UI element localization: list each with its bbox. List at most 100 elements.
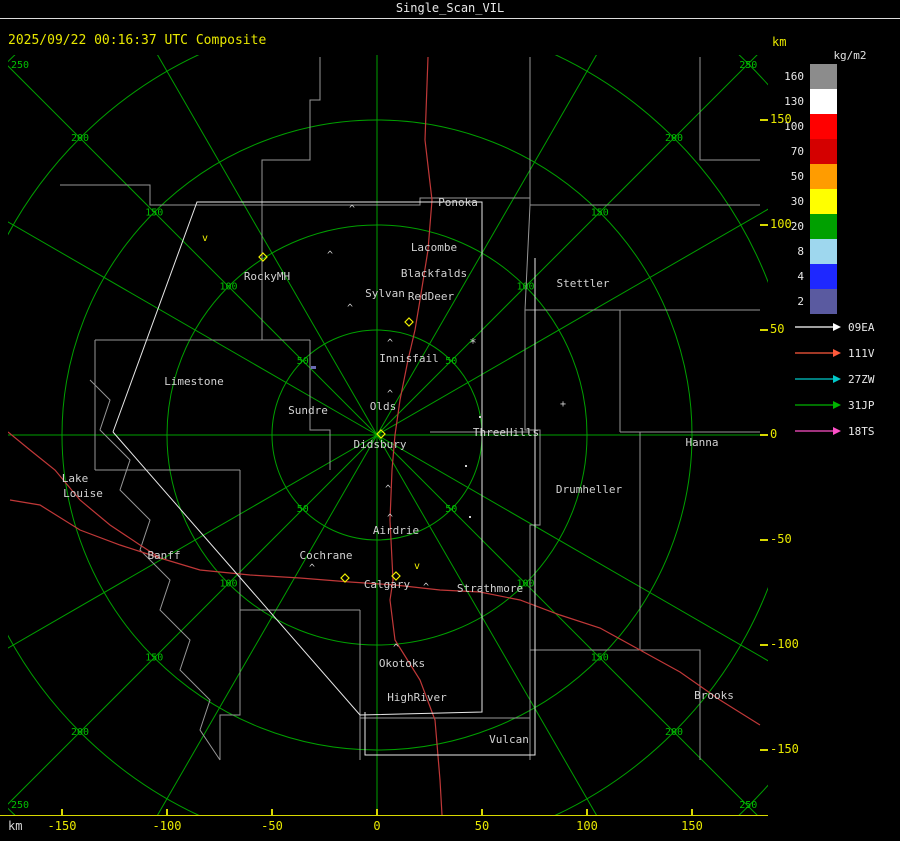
scale-value-label: 160 xyxy=(784,70,804,83)
town-marker-caret: ^ xyxy=(387,338,393,349)
y-axis-tick-label: -100 xyxy=(770,637,799,651)
county-boundary xyxy=(219,610,241,760)
x-axis-tick-label: 0 xyxy=(373,819,381,833)
x-axis-tick-label: 150 xyxy=(681,819,703,833)
city-label-strathmore: Strathmore xyxy=(457,582,523,595)
scale-color-swatch xyxy=(810,264,837,289)
ring-distance-label: 50 xyxy=(445,504,457,515)
x-axis-tick-label: -100 xyxy=(152,819,182,833)
y-axis-tick-label: 150 xyxy=(770,112,792,126)
track-legend-row: 31JP xyxy=(794,398,898,412)
track-arrow-icon xyxy=(795,401,841,409)
city-label-rockymh: RockyMH xyxy=(244,270,290,283)
track-id-label: 111V xyxy=(848,346,875,360)
ring-distance-label: 50 xyxy=(297,356,309,367)
scale-color-swatch xyxy=(810,114,837,139)
scale-value-label: 50 xyxy=(790,170,804,183)
ring-distance-label: 50 xyxy=(445,356,457,367)
scale-value-label: 8 xyxy=(797,245,804,258)
track-id-label: 31JP xyxy=(848,398,875,412)
x-axis-tick-mark xyxy=(166,809,168,815)
ring-distance-label: 250 xyxy=(11,800,29,811)
title-bar: Single_Scan_VIL xyxy=(0,0,900,19)
scale-color-swatch xyxy=(810,214,837,239)
station-marker-diamond xyxy=(404,317,414,327)
city-label-louise: Louise xyxy=(63,487,103,500)
city-label-lake: Lake xyxy=(62,472,89,485)
city-label-stettler: Stettler xyxy=(557,277,610,290)
radial-line xyxy=(157,55,378,436)
ring-distance-label: 150 xyxy=(145,207,163,218)
y-axis-tick-label: 0 xyxy=(770,427,778,441)
scale-value-label: 4 xyxy=(797,270,804,283)
city-label-drumheller: Drumheller xyxy=(556,483,623,496)
track-arrow-icon xyxy=(795,349,841,357)
city-label-banff: Banff xyxy=(147,549,180,562)
weak-echo-pixel xyxy=(311,366,316,369)
city-label-brooks: Brooks xyxy=(694,689,734,702)
ring-distance-label: 250 xyxy=(739,800,757,811)
marker-asterisk: * xyxy=(469,336,476,350)
ring-distance-label: 150 xyxy=(145,653,163,664)
window-title: Single_Scan_VIL xyxy=(395,1,505,15)
scale-color-swatch xyxy=(810,164,837,189)
x-axis-tick-mark xyxy=(481,809,483,815)
ring-distance-label: 250 xyxy=(11,60,29,71)
county-boundary xyxy=(261,57,321,205)
county-boundary xyxy=(639,432,701,760)
scale-color-swatch xyxy=(810,189,837,214)
city-label-innisfail: Innisfail xyxy=(379,352,439,365)
x-axis-tick-label: 100 xyxy=(576,819,598,833)
city-label-calgary: Calgary xyxy=(364,578,411,591)
y-axis-tick-label: -150 xyxy=(770,742,799,756)
legend-unit-label: kg/m2 xyxy=(833,49,867,62)
ring-distance-label: 200 xyxy=(71,133,89,144)
ring-distance-label: 100 xyxy=(219,282,237,293)
y-axis-tick-mark xyxy=(760,119,768,121)
city-label-sylvan: Sylvan xyxy=(365,287,405,300)
y-axis-tick-mark xyxy=(760,644,768,646)
x-axis-tick-mark xyxy=(61,809,63,815)
radar-map: 5050505010010010010015015015015020020020… xyxy=(8,55,768,815)
x-axis-tick-label: 50 xyxy=(474,819,490,833)
radial-line xyxy=(8,221,378,436)
town-marker-caret: ^ xyxy=(309,563,315,574)
ring-distance-label: 250 xyxy=(739,60,757,71)
x-axis-tick-label: -50 xyxy=(261,819,283,833)
y-axis-tick-mark xyxy=(760,434,768,436)
track-id-label: 09EA xyxy=(848,320,875,334)
track-arrow-icon xyxy=(795,375,841,383)
city-label-cochrane: Cochrane xyxy=(300,549,353,562)
radar-app-window: Single_Scan_VIL 2025/09/22 00:16:37 UTC … xyxy=(0,0,900,841)
scale-color-swatch xyxy=(810,89,837,114)
track-legend-row: 111V xyxy=(794,346,898,360)
city-label-sundre: Sundre xyxy=(288,404,328,417)
ring-distance-label: 200 xyxy=(71,727,89,738)
y-axis-tick-label: 100 xyxy=(770,217,792,231)
town-marker-caret: ^ xyxy=(349,204,355,215)
scale-color-swatch xyxy=(810,139,837,164)
ring-distance-label: 200 xyxy=(665,133,683,144)
marker-plus: + xyxy=(560,399,566,410)
scale-value-label: 30 xyxy=(790,195,804,208)
track-legend-row: 27ZW xyxy=(794,372,898,386)
x-axis-tick-mark xyxy=(376,809,378,815)
city-label-limestone: Limestone xyxy=(164,375,224,388)
radial-line xyxy=(157,434,378,815)
county-boundary xyxy=(524,310,541,718)
marker-dot xyxy=(479,416,481,418)
city-label-olds: Olds xyxy=(370,400,397,413)
timestamp-label: 2025/09/22 00:16:37 UTC Composite xyxy=(8,33,267,48)
scale-color-swatch xyxy=(810,289,837,314)
town-marker-caret: ^ xyxy=(385,484,391,495)
county-boundary xyxy=(699,57,760,161)
scale-value-label: 70 xyxy=(790,145,804,158)
city-label-reddeer: RedDeer xyxy=(408,290,455,303)
city-label-threehills: ThreeHills xyxy=(473,426,539,439)
ring-distance-label: 100 xyxy=(219,578,237,589)
city-label-vulcan: Vulcan xyxy=(489,733,529,746)
scale-color-swatch xyxy=(810,239,837,264)
x-axis-tick-mark xyxy=(271,809,273,815)
radial-line xyxy=(376,434,768,662)
city-label-blackfalds: Blackfalds xyxy=(401,267,467,280)
